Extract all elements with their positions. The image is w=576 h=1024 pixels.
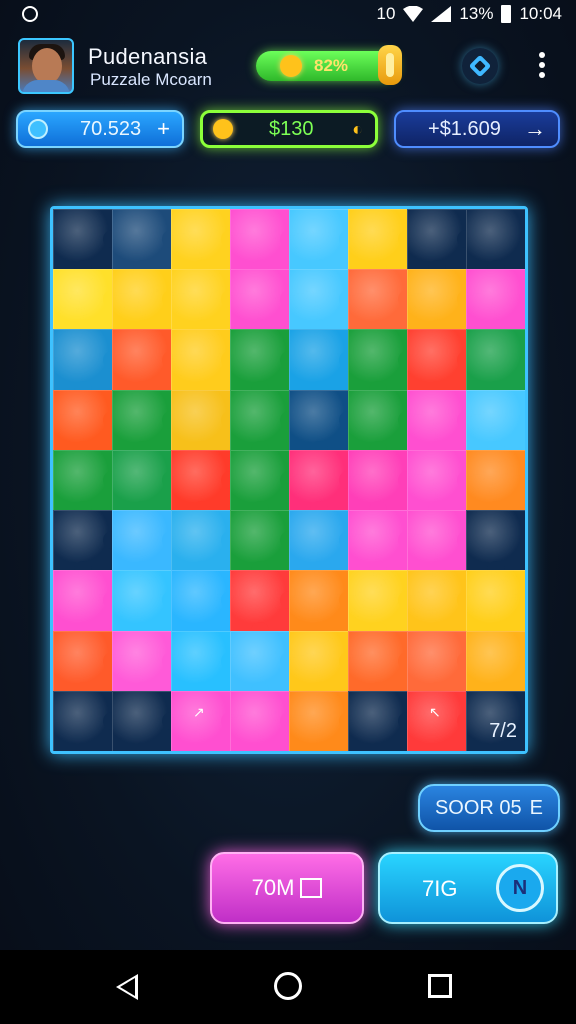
network-label: 10 xyxy=(376,4,396,23)
coin-progress-pill[interactable]: 82% xyxy=(256,45,402,85)
signal-icon xyxy=(431,6,452,22)
coin-stack-icon xyxy=(378,45,402,85)
zoom-button[interactable]: 70M xyxy=(210,852,364,924)
gem-icon xyxy=(28,119,48,139)
add-gems-icon[interactable]: + xyxy=(157,116,170,142)
board-progress-label: 7/2 xyxy=(489,720,517,742)
hint-circle-icon: N xyxy=(496,864,544,912)
menu-dot-icon xyxy=(539,72,545,78)
cash-arrow-icon[interactable]: → xyxy=(524,116,546,142)
piece-marker-icon: ↖ xyxy=(429,704,441,720)
frame-icon xyxy=(300,878,323,898)
puzzle-grid[interactable] xyxy=(53,209,525,751)
menu-dot-icon xyxy=(539,62,545,68)
notification-icon xyxy=(22,6,38,22)
recent-apps-icon[interactable] xyxy=(428,974,452,998)
home-icon[interactable] xyxy=(274,972,302,1000)
wifi-icon xyxy=(403,6,424,22)
avatar-shirt xyxy=(22,80,70,92)
coin-icon xyxy=(213,119,233,139)
back-icon[interactable] xyxy=(116,974,138,1000)
cash-prefix: + xyxy=(428,117,440,140)
player-name: Pudenansia xyxy=(88,44,208,69)
battery-percent: 13% xyxy=(459,4,494,23)
clock: 10:04 xyxy=(519,4,562,23)
settings-button[interactable] xyxy=(462,48,498,84)
puzzle-board[interactable]: ↗ ↖ 7/2 xyxy=(50,206,528,754)
coins-pill[interactable]: $130 ◐ xyxy=(200,110,378,148)
score-button[interactable]: SOOR 05 E xyxy=(418,784,560,832)
game-subtitle: Puzzale Mcoarn xyxy=(90,70,212,89)
cash-pill[interactable]: +$1.609 → xyxy=(394,110,560,148)
coin-refresh-icon[interactable]: ◐ xyxy=(352,119,363,140)
coins-value: $130 xyxy=(269,117,314,140)
more-menu-button[interactable] xyxy=(530,48,554,84)
hint-icon-letter: N xyxy=(512,876,528,899)
hint-button[interactable]: 7IG N xyxy=(378,852,558,924)
puzzle-gear-icon xyxy=(469,55,491,77)
coin-progress-value: 82% xyxy=(314,56,349,75)
zoom-button-label: 70M xyxy=(251,875,295,900)
coin-icon xyxy=(280,55,302,77)
score-button-icon: E xyxy=(529,796,544,819)
cash-amount: $1.609 xyxy=(439,117,501,140)
piece-marker-icon: ↗ xyxy=(193,704,205,720)
status-indicators: 10 13% 10:04 xyxy=(376,4,562,24)
status-bar: 10 13% 10:04 xyxy=(0,0,576,30)
score-button-label: SOOR 05 xyxy=(434,796,522,819)
menu-dot-icon xyxy=(539,52,545,58)
hint-button-label: 7IG xyxy=(422,876,458,901)
battery-icon xyxy=(501,5,512,23)
cash-value: +$1.609 xyxy=(428,118,501,141)
gems-value: 70.523 xyxy=(80,117,142,140)
player-avatar[interactable] xyxy=(18,38,74,94)
gems-pill[interactable]: 70.523 + xyxy=(16,110,184,148)
avatar-face xyxy=(32,48,62,84)
